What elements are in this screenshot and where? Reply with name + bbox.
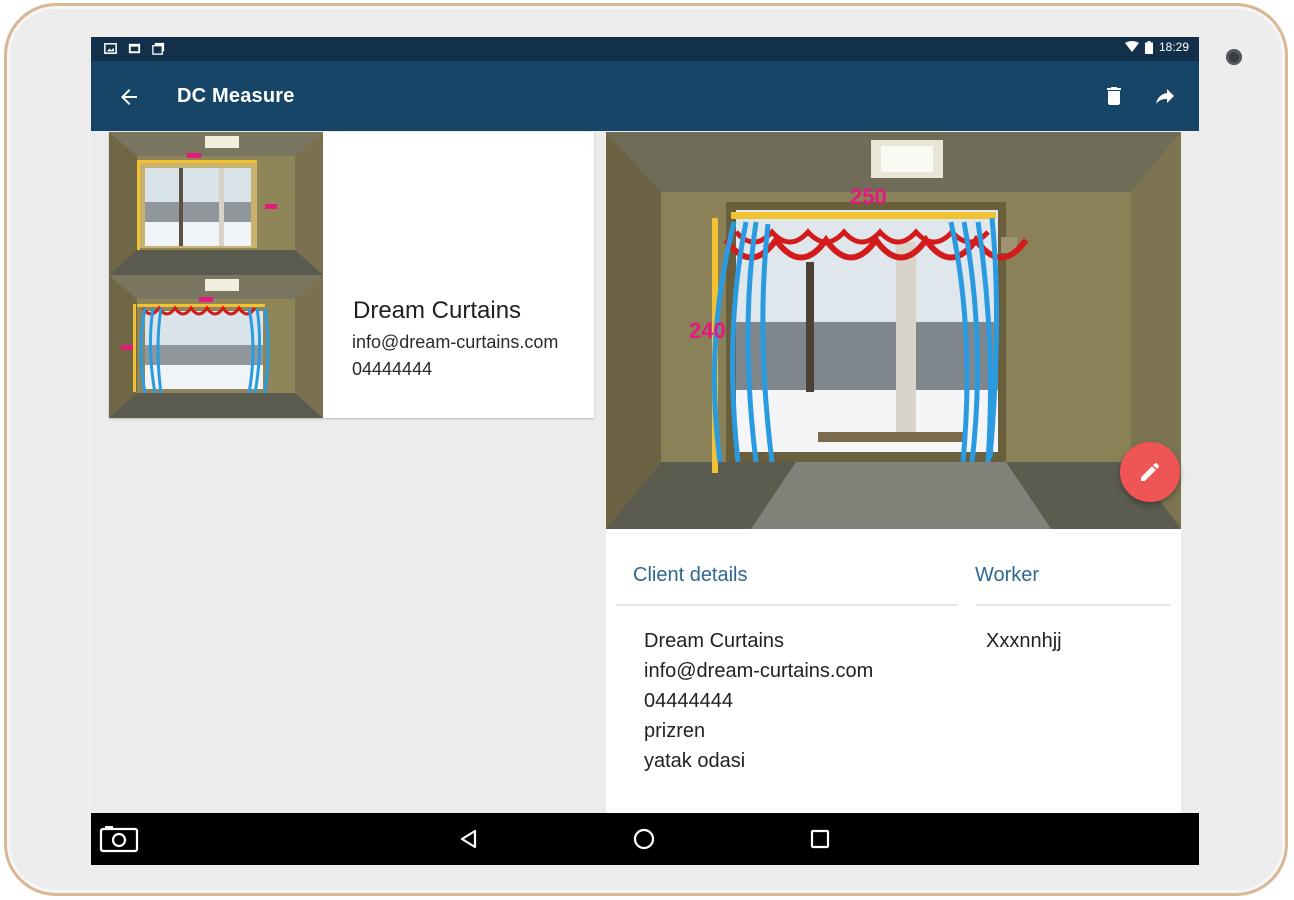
client-divider	[616, 604, 958, 606]
card-thumbnail	[109, 132, 323, 418]
recents-square-icon[interactable]	[808, 827, 832, 851]
card-client-phone: 04444444	[352, 359, 433, 379]
client-name: Dream Curtains	[644, 630, 785, 652]
image-notification-icon	[104, 43, 117, 54]
worker-divider	[976, 604, 1170, 606]
battery-icon	[1144, 40, 1153, 54]
photos-stack-icon	[152, 42, 165, 55]
delete-icon[interactable]	[1102, 84, 1126, 108]
worker-name: Xxxnnhjj	[986, 630, 1062, 652]
back-triangle-icon[interactable]	[457, 827, 481, 851]
client-city: prizren	[644, 720, 706, 742]
wifi-icon	[1124, 41, 1139, 52]
edit-fab-button[interactable]	[1120, 442, 1180, 502]
width-measure-label: 250	[850, 184, 887, 209]
front-camera	[1226, 49, 1242, 65]
card-client-email: info@dream-curtains.com	[352, 332, 559, 352]
client-room: yatak odasi	[644, 750, 746, 772]
worker-heading: Worker	[975, 564, 1040, 586]
height-measure-label: 240	[689, 318, 726, 343]
room-photo: 250 240	[606, 132, 1181, 529]
system-nav-bar	[91, 813, 1199, 865]
screenshot-icon[interactable]	[99, 825, 139, 853]
device-screen: 18:29 DC Measure Dream Curtains info@dre…	[91, 37, 1199, 865]
app-bar: DC Measure	[91, 61, 1199, 131]
app-title: DC Measure	[177, 85, 295, 107]
back-arrow-icon[interactable]	[117, 85, 141, 109]
share-icon[interactable]	[1152, 84, 1178, 108]
status-time: 18:29	[1158, 40, 1189, 54]
client-email: info@dream-curtains.com	[644, 660, 874, 682]
client-details-heading: Client details	[633, 564, 748, 586]
measurement-photo: 250 240	[606, 132, 1181, 529]
client-list-card[interactable]: Dream Curtains info@dream-curtains.com 0…	[109, 132, 594, 418]
notification-icons	[103, 41, 166, 56]
home-circle-icon[interactable]	[632, 827, 656, 851]
client-phone: 04444444	[644, 690, 733, 712]
status-right: 18:29	[1124, 40, 1189, 54]
status-bar: 18:29	[91, 37, 1199, 61]
photo-notification-icon	[128, 43, 141, 54]
pencil-icon	[1141, 462, 1160, 481]
thumbnail-photo	[109, 132, 323, 418]
card-client-name: Dream Curtains	[353, 297, 522, 324]
